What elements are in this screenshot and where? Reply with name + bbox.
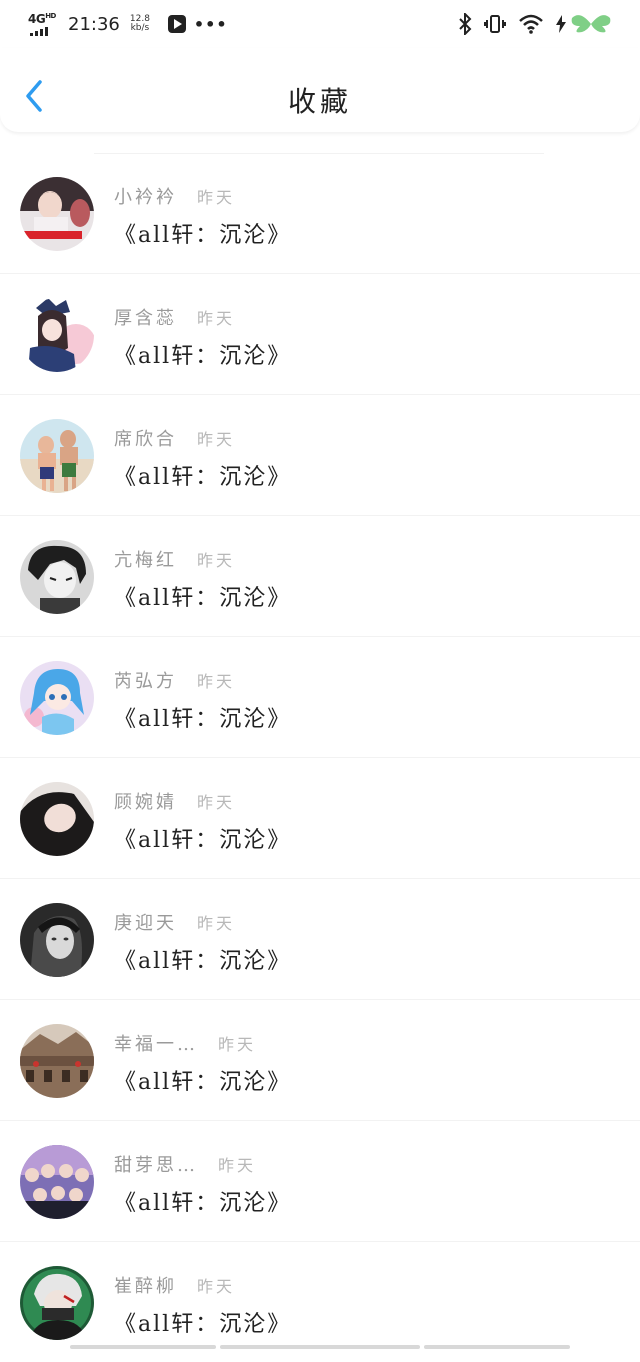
status-time: 21:36 (68, 13, 120, 35)
item-title[interactable]: 《all轩：沉沦》 (114, 217, 291, 249)
avatar-anime-blue (20, 661, 94, 735)
item-author: 小衿衿 (114, 187, 177, 208)
avatar[interactable] (20, 419, 94, 493)
battery-butterfly-icon (571, 15, 611, 33)
avatar[interactable] (20, 1266, 94, 1340)
list-item[interactable]: 崔醉柳 昨天 《all轩：沉沦》 (0, 1242, 640, 1362)
item-time: 昨天 (197, 309, 236, 328)
avatar[interactable] (20, 177, 94, 251)
item-time: 昨天 (197, 793, 236, 812)
item-title[interactable]: 《all轩：沉沦》 (114, 1064, 291, 1096)
item-time: 昨天 (197, 551, 236, 570)
item-author: 顾婉婧 (114, 792, 177, 813)
page-title: 收藏 (287, 85, 352, 118)
avatar-photo-girl (20, 782, 94, 856)
avatar[interactable] (20, 1145, 94, 1219)
bottom-gesture-bar (70, 1345, 570, 1351)
signal-bars-icon (30, 27, 48, 36)
item-title[interactable]: 《all轩：沉沦》 (114, 1306, 291, 1338)
network-speed: 12.8 kb/s (129, 14, 150, 33)
item-author: 幸福一… (114, 1034, 198, 1055)
item-title[interactable]: 《all轩：沉沦》 (114, 580, 291, 612)
list-item[interactable]: 芮弘方 昨天 《all轩：沉沦》 (0, 637, 640, 758)
favorites-list: 小衿衿 昨天 《all轩：沉沦》 厚含蕊 昨天 《all轩：沉沦》 席欣合 昨天… (0, 153, 640, 1362)
list-item[interactable]: 小衿衿 昨天 《all轩：沉沦》 (0, 153, 640, 274)
status-left: 4GHD 21:36 12.8 kb/s ••• (28, 12, 228, 36)
item-author: 厚含蕊 (114, 308, 177, 329)
item-title[interactable]: 《all轩：沉沦》 (114, 943, 291, 975)
list-item[interactable]: 厚含蕊 昨天 《all轩：沉沦》 (0, 274, 640, 395)
list-item[interactable]: 顾婉婧 昨天 《all轩：沉沦》 (0, 758, 640, 879)
item-title[interactable]: 《all轩：沉沦》 (114, 822, 291, 854)
battery-indicator (556, 14, 612, 34)
item-time: 昨天 (218, 1156, 257, 1175)
network-label: 4GHD (28, 12, 56, 26)
item-time: 昨天 (197, 430, 236, 449)
item-time: 昨天 (197, 188, 236, 207)
item-title[interactable]: 《all轩：沉沦》 (114, 459, 291, 491)
item-meta: 亢梅红 昨天 (114, 546, 235, 572)
avatar[interactable] (20, 298, 94, 372)
avatar[interactable] (20, 1024, 94, 1098)
item-time: 昨天 (197, 914, 236, 933)
item-time: 昨天 (218, 1035, 257, 1054)
avatar-anime-ninja (20, 1266, 94, 1340)
item-meta: 崔醉柳 昨天 (114, 1272, 235, 1298)
item-time: 昨天 (197, 1277, 236, 1296)
item-author: 庚迎天 (114, 913, 177, 934)
item-author: 席欣合 (114, 429, 177, 450)
item-title[interactable]: 《all轩：沉沦》 (114, 338, 291, 370)
avatar-anime-boy (20, 540, 94, 614)
item-meta: 芮弘方 昨天 (114, 667, 235, 693)
item-title[interactable]: 《all轩：沉沦》 (114, 1185, 291, 1217)
app-header: 收藏 (0, 48, 640, 132)
avatar[interactable] (20, 540, 94, 614)
item-meta: 幸福一… 昨天 (114, 1030, 256, 1056)
list-item[interactable]: 亢梅红 昨天 《all轩：沉沦》 (0, 516, 640, 637)
item-meta: 甜芽思… 昨天 (114, 1151, 256, 1177)
avatar-photo-group (20, 1145, 94, 1219)
more-notifications: ••• (193, 14, 228, 34)
list-item[interactable]: 幸福一… 昨天 《all轩：沉沦》 (0, 1000, 640, 1121)
avatar-photo-bw (20, 903, 94, 977)
item-author: 崔醉柳 (114, 1276, 177, 1297)
avatar-photo-1 (20, 177, 94, 251)
status-right (458, 12, 612, 36)
item-time: 昨天 (197, 672, 236, 691)
bluetooth-icon (459, 13, 472, 35)
item-meta: 庚迎天 昨天 (114, 909, 235, 935)
avatar[interactable] (20, 661, 94, 735)
avatar[interactable] (20, 903, 94, 977)
avatar-photo-building (20, 1024, 94, 1098)
item-author: 芮弘方 (114, 671, 177, 692)
charging-icon (556, 15, 566, 33)
item-meta: 席欣合 昨天 (114, 425, 235, 451)
network-indicator: 4GHD (28, 12, 60, 36)
avatar[interactable] (20, 782, 94, 856)
item-meta: 顾婉婧 昨天 (114, 788, 235, 814)
item-author: 亢梅红 (114, 550, 177, 571)
vibrate-icon (484, 15, 506, 33)
item-title[interactable]: 《all轩：沉沦》 (114, 701, 291, 733)
item-meta: 厚含蕊 昨天 (114, 304, 235, 330)
item-author: 甜芽思… (114, 1155, 198, 1176)
list-item[interactable]: 席欣合 昨天 《all轩：沉沦》 (0, 395, 640, 516)
avatar-anime-girl (20, 298, 94, 372)
list-item[interactable]: 甜芽思… 昨天 《all轩：沉沦》 (0, 1121, 640, 1242)
video-play-icon (167, 15, 186, 33)
item-meta: 小衿衿 昨天 (114, 183, 235, 209)
status-bar: 4GHD 21:36 12.8 kb/s ••• (0, 0, 640, 48)
wifi-icon (519, 14, 543, 34)
avatar-photo-beach (20, 419, 94, 493)
list-item[interactable]: 庚迎天 昨天 《all轩：沉沦》 (0, 879, 640, 1000)
